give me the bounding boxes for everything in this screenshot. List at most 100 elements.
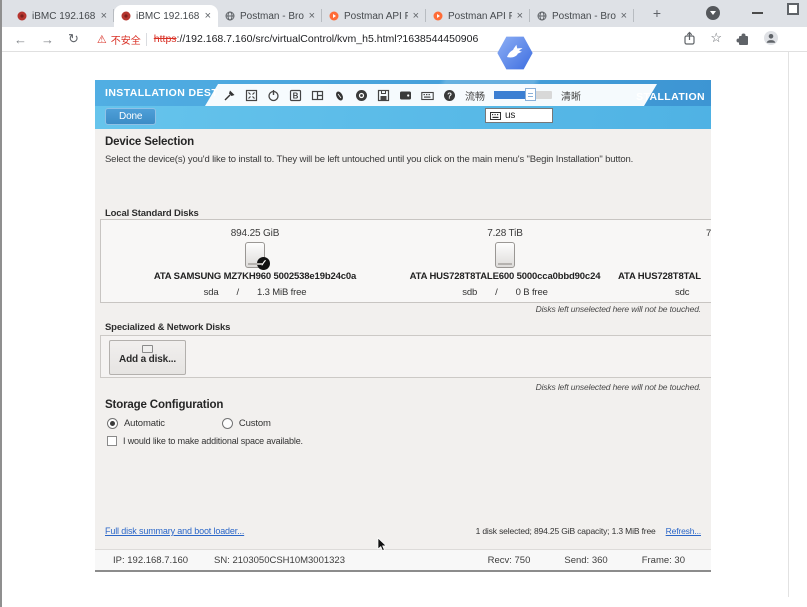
kvm-toolbar: B ? 流畅 清晰 [205,84,657,106]
bookmark-star-icon[interactable]: ☆ [710,30,722,46]
close-icon[interactable]: × [101,11,107,22]
power-icon[interactable] [267,89,280,102]
pin-icon[interactable] [223,89,236,102]
ibmc-favicon [17,11,27,21]
specialized-disks-box: Add a disk... [100,335,711,378]
keyboard-icon [490,112,501,120]
selection-summary: 1 disk selected; 894.25 GiB capacity; 1.… [476,526,656,536]
disk-sdc[interactable]: 7 ATA HUS728T8TAL sdc [618,220,711,303]
add-disk-icon [142,345,153,353]
tab-search-button[interactable] [706,6,720,20]
postman-favicon [329,11,339,21]
full-disk-summary-link[interactable]: Full disk summary and boot loader... [105,526,244,536]
disk-name: ATA HUS728T8TALE600 5000cca0bbd90c24 [379,271,631,282]
security-warning-text: 不安全 [111,32,141,47]
ibmc-favicon [121,11,131,21]
selected-check-icon: ✓ [257,257,270,270]
tab-postman-api-1[interactable]: Postman API Platfo × [322,5,426,27]
tab-postman-browse-2[interactable]: Postman - Browse × [530,5,634,27]
close-icon[interactable]: × [309,11,315,22]
disk-dev: sdc [675,287,689,298]
reload-icon[interactable]: ↻ [68,31,79,47]
disk-free: 1.3 MiB free [257,287,306,298]
unselected-note-2: Disks left unselected here will not be t… [536,382,701,392]
disk-mount: / [236,287,239,298]
radio-custom-label[interactable]: Custom [239,418,271,429]
bird-icon [502,41,528,65]
additional-space-label[interactable]: I would like to make additional space av… [123,436,303,446]
close-icon[interactable]: × [205,11,211,22]
quality-slider[interactable] [494,91,552,99]
disk-name: ATA SAMSUNG MZ7KH960 5002538e19b24c0a [129,271,381,282]
local-disks-box: 894.25 GiB ✓ ATA SAMSUNG MZ7KH960 500253… [100,219,711,303]
disk-name: ATA HUS728T8TAL [618,271,701,282]
back-icon[interactable]: ← [14,32,27,47]
svg-text:B: B [293,91,299,100]
disk-dev-row: sda / 1.3 MiB free [204,287,307,298]
kvm-viewport: INSTALLATION DEST STALLATION Done us B ?… [95,80,711,572]
keyboard-layout-label: us [505,110,515,121]
specialized-disks-label: Specialized & Network Disks [105,322,230,333]
fullscreen-icon[interactable] [245,89,258,102]
mouse-icon[interactable] [333,89,346,102]
forward-icon[interactable]: → [41,32,54,47]
disk-dev: sdb [462,287,477,298]
status-metrics: Recv: 750 Send: 360 Frame: 30 [488,555,685,566]
partition-grid-icon[interactable] [311,89,324,102]
quality-sharp-label: 清晰 [561,88,581,103]
radio-automatic-label[interactable]: Automatic [124,418,165,429]
share-icon[interactable] [682,31,697,46]
profile-avatar[interactable] [763,30,779,46]
additional-space-checkbox[interactable] [107,436,117,446]
browser-tabstrip: iBMC 192.168.7.16 × iBMC 192.168.7.16 × … [0,0,807,27]
add-disk-label: Add a disk... [110,354,185,365]
disk-sda[interactable]: 894.25 GiB ✓ ATA SAMSUNG MZ7KH960 500253… [129,220,381,300]
disk-free: 0 B free [516,287,548,298]
security-indicator[interactable]: ⚠ 不安全 [97,32,141,47]
disk-icon: ✓ [245,242,265,268]
virtual-keyboard-icon[interactable] [421,89,434,102]
refresh-link[interactable]: Refresh... [666,526,701,536]
radio-custom[interactable] [222,418,233,429]
extensions-puzzle-icon[interactable] [735,31,750,46]
additional-space-row: I would like to make additional space av… [107,436,303,446]
save-floppy-icon[interactable] [377,89,390,102]
keyboard-macro-b-icon[interactable]: B [289,89,302,102]
kvm-status-bar: IP: 192.168.7.160 SN: 2103050CSH10M30013… [95,549,711,572]
address-bar: ← → ↻ ⚠ 不安全 https://192.168.7.160/src/vi… [0,27,807,52]
new-tab-button[interactable]: + [648,5,666,23]
close-icon[interactable]: × [413,11,419,22]
warning-icon: ⚠ [97,33,107,46]
tab-ibmc-1[interactable]: iBMC 192.168.7.16 × [10,5,114,27]
disk-sdb[interactable]: 7.28 TiB ATA HUS728T8TALE600 5000cca0bbd… [379,220,631,300]
status-recv: Recv: 750 [488,555,531,566]
url-field[interactable]: https://192.168.7.160/src/virtualControl… [154,33,479,45]
tab-postman-api-2[interactable]: Postman API Platfo × [426,5,530,27]
url-separator [146,33,147,46]
screen-capture-icon[interactable] [399,89,412,102]
keyboard-layout-indicator[interactable]: us [485,108,553,123]
radio-automatic[interactable] [107,418,118,429]
tab-postman-browse-1[interactable]: Postman - Browse × [218,5,322,27]
status-send: Send: 360 [564,555,607,566]
maximize-button[interactable] [787,3,799,15]
tab-ibmc-2-active[interactable]: iBMC 192.168.7.16 × [114,5,218,27]
globe-favicon [225,11,235,21]
minimize-button[interactable] [752,12,763,14]
disk-size: 7 [706,228,711,239]
status-sn: SN: 2103050CSH10M3001323 [214,555,345,566]
status-frame: Frame: 30 [642,555,685,566]
add-disk-button[interactable]: Add a disk... [109,340,186,375]
page-divider [788,52,789,597]
close-icon[interactable]: × [621,11,627,22]
tabs-container: iBMC 192.168.7.16 × iBMC 192.168.7.16 × … [10,5,634,27]
help-icon[interactable]: ? [443,89,456,102]
close-icon[interactable]: × [517,11,523,22]
done-button[interactable]: Done [105,108,156,125]
record-icon[interactable] [355,89,368,102]
local-disks-label: Local Standard Disks [105,208,199,219]
tab-title: Postman API Platfo [448,11,512,22]
slider-handle[interactable] [525,88,536,101]
postman-favicon [433,11,443,21]
device-selection-description: Select the device(s) you'd like to insta… [105,153,705,167]
